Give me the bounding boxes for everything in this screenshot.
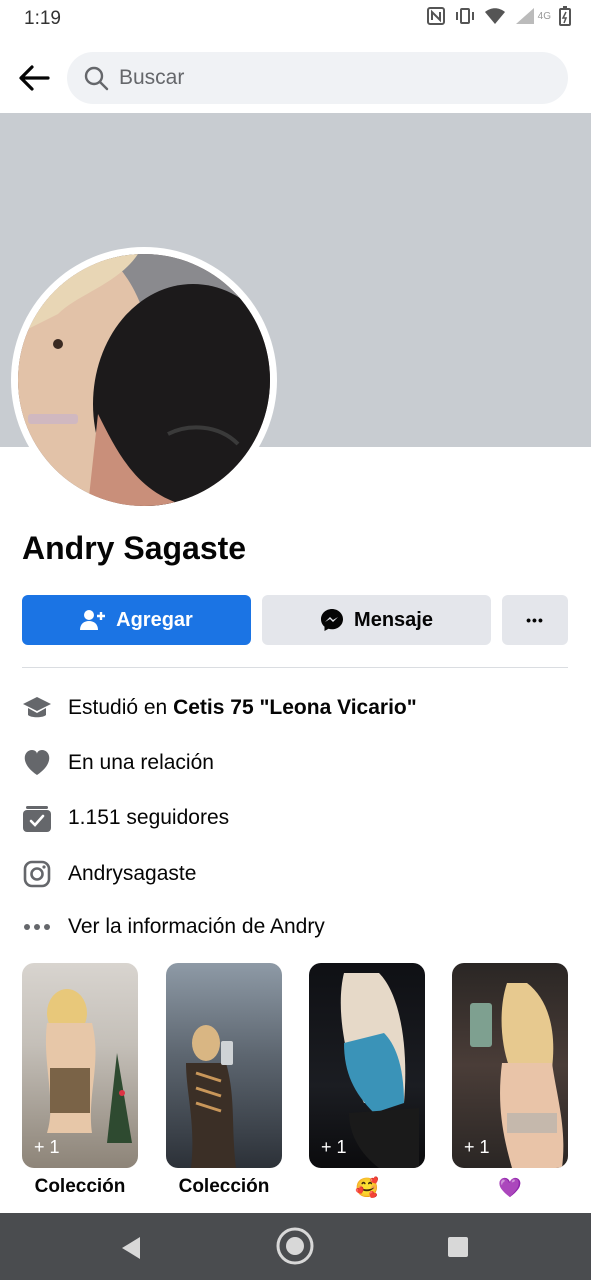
profile-name: Andry Sagaste [22,530,247,566]
signal-icon [515,8,534,24]
back-button[interactable] [14,60,54,96]
highlight-count: + 1 [321,1137,347,1157]
highlight-caption: Colección [34,1176,126,1197]
highlight-item[interactable]: + 1 🥰 [309,963,425,1200]
highlight-thumbnail: + 1 [452,963,568,1168]
nav-home-icon[interactable] [275,1226,315,1266]
heart-icon [22,748,52,778]
search-input[interactable] [119,66,519,90]
highlight-thumbnail: + 1 [309,963,425,1168]
info-more[interactable]: Ver la información de Andry [22,909,325,945]
search-icon [84,66,109,91]
add-friend-button[interactable]: Agregar [22,595,251,645]
instagram-handle: Andrysagaste [68,862,197,885]
wifi-icon [484,8,505,24]
divider [22,667,568,668]
more-options-button[interactable]: ••• [502,595,568,645]
ellipsis-icon [22,912,52,942]
more-options-icon: ••• [526,612,544,628]
highlight-item[interactable]: + 1 💜 [452,963,568,1200]
highlight-thumbnail: + 1 [22,963,138,1168]
system-nav-bar [0,1213,591,1280]
info-education: Estudió en Cetis 75 "Leona Vicario" [22,690,417,726]
info-instagram[interactable]: Andrysagaste [22,856,196,892]
status-icons: 4G [426,6,571,26]
info-followers[interactable]: 1.151 seguidores [22,800,229,836]
back-arrow-icon [19,65,50,91]
education-prefix: Estudió en [68,696,174,719]
add-friend-icon [80,610,106,630]
nfc-icon [426,7,445,25]
nav-back-icon[interactable] [118,1235,142,1261]
education-school[interactable]: Cetis 75 "Leona Vicario" [173,696,417,720]
nav-recents-icon[interactable] [447,1236,469,1258]
info-relationship: En una relación [22,745,214,781]
network-type: 4G [537,10,551,22]
relationship-text: En una relación [68,751,214,774]
messenger-icon [321,609,344,631]
followers-icon [22,803,52,833]
graduation-cap-icon [22,693,52,723]
status-time: 1:19 [24,8,61,29]
avatar[interactable] [18,254,270,506]
avatar-image [18,254,270,506]
followers-text: 1.151 seguidores [68,806,230,829]
battery-icon [559,6,571,26]
highlight-caption: 💜 [498,1178,522,1199]
add-friend-label: Agregar [116,608,193,631]
highlight-count: + 1 [34,1137,60,1157]
highlight-caption: Colección [178,1176,270,1197]
more-info-text: Ver la información de Andry [68,915,325,938]
top-bar [0,50,591,106]
highlight-item[interactable]: Colección [166,963,282,1198]
vibrate-icon [455,8,474,24]
highlight-item[interactable]: + 1 Colección [22,963,138,1198]
instagram-icon [22,859,52,889]
highlight-thumbnail [166,963,282,1168]
highlight-caption: 🥰 [355,1178,379,1199]
message-label: Mensaje [354,608,433,631]
message-button[interactable]: Mensaje [262,595,491,645]
search-box[interactable] [67,52,568,104]
highlight-count: + 1 [464,1137,490,1157]
status-bar: 1:19 4G [0,0,591,38]
